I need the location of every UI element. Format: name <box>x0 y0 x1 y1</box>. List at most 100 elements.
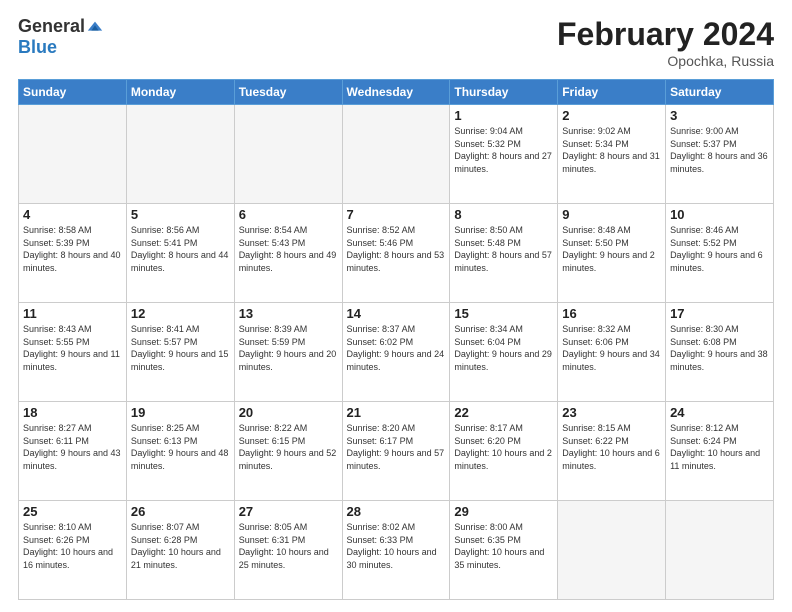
header: General Blue February 2024 Opochka, Russ… <box>18 16 774 69</box>
day-info: Sunrise: 8:52 AM Sunset: 5:46 PM Dayligh… <box>347 224 446 274</box>
calendar-cell: 28 Sunrise: 8:02 AM Sunset: 6:33 PM Dayli… <box>342 501 450 600</box>
logo: General Blue <box>18 16 104 58</box>
day-number: 14 <box>347 306 446 321</box>
header-tuesday: Tuesday <box>234 80 342 105</box>
day-number: 10 <box>670 207 769 222</box>
calendar-week-row: 25Sunrise: 8:10 AM Sunset: 6:26 PM Dayli… <box>19 501 774 600</box>
calendar-cell: 24 Sunrise: 8:12 AM Sunset: 6:24 PM Dayli… <box>666 402 774 501</box>
calendar-cell: 9 Sunrise: 8:48 AM Sunset: 5:50 PM Daylig… <box>558 204 666 303</box>
calendar-cell: 23 Sunrise: 8:15 AM Sunset: 6:22 PM Dayli… <box>558 402 666 501</box>
calendar-cell: 29 Sunrise: 8:00 AM Sunset: 6:35 PM Dayli… <box>450 501 558 600</box>
day-info: Sunrise: 9:00 AM Sunset: 5:37 PM Dayligh… <box>670 125 769 175</box>
calendar-week-row: 1 Sunrise: 9:04 AM Sunset: 5:32 PM Daylig… <box>19 105 774 204</box>
day-info: Sunrise: 8:39 AM Sunset: 5:59 PM Dayligh… <box>239 323 338 373</box>
day-info: Sunrise: 9:04 AM Sunset: 5:32 PM Dayligh… <box>454 125 553 175</box>
day-number: 6 <box>239 207 338 222</box>
header-sunday: Sunday <box>19 80 127 105</box>
calendar-cell: 14 Sunrise: 8:37 AM Sunset: 6:02 PM Dayli… <box>342 303 450 402</box>
header-friday: Friday <box>558 80 666 105</box>
day-number: 13 <box>239 306 338 321</box>
calendar-cell: 26 Sunrise: 8:07 AM Sunset: 6:28 PM Dayli… <box>126 501 234 600</box>
day-info: Sunrise: 8:05 AM Sunset: 6:31 PM Dayligh… <box>239 521 338 571</box>
calendar-cell: 11 Sunrise: 8:43 AM Sunset: 5:55 PM Dayli… <box>19 303 127 402</box>
calendar-cell: 17 Sunrise: 8:30 AM Sunset: 6:08 PM Dayli… <box>666 303 774 402</box>
day-number: 8 <box>454 207 553 222</box>
day-info: Sunrise: 8:30 AM Sunset: 6:08 PM Dayligh… <box>670 323 769 373</box>
day-info: Sunrise: 8:48 AM Sunset: 5:50 PM Dayligh… <box>562 224 661 274</box>
day-number: 2 <box>562 108 661 123</box>
day-info: Sunrise: 8:07 AM Sunset: 6:28 PM Dayligh… <box>131 521 230 571</box>
calendar-cell: 20 Sunrise: 8:22 AM Sunset: 6:15 PM Dayli… <box>234 402 342 501</box>
calendar-cell: 21 Sunrise: 8:20 AM Sunset: 6:17 PM Dayli… <box>342 402 450 501</box>
day-number: 18 <box>23 405 122 420</box>
day-info: Sunrise: 8:12 AM Sunset: 6:24 PM Dayligh… <box>670 422 769 472</box>
calendar-cell <box>342 105 450 204</box>
day-info: Sunrise: 8:15 AM Sunset: 6:22 PM Dayligh… <box>562 422 661 472</box>
day-info: Sunrise: 8:20 AM Sunset: 6:17 PM Dayligh… <box>347 422 446 472</box>
header-saturday: Saturday <box>666 80 774 105</box>
calendar-cell: 6Sunrise: 8:54 AM Sunset: 5:43 PM Daylig… <box>234 204 342 303</box>
day-number: 21 <box>347 405 446 420</box>
day-number: 7 <box>347 207 446 222</box>
logo-icon <box>86 18 104 36</box>
day-info: Sunrise: 8:43 AM Sunset: 5:55 PM Dayligh… <box>23 323 122 373</box>
logo-general-text: General <box>18 16 85 37</box>
day-number: 27 <box>239 504 338 519</box>
header-wednesday: Wednesday <box>342 80 450 105</box>
day-number: 19 <box>131 405 230 420</box>
calendar-week-row: 18 Sunrise: 8:27 AM Sunset: 6:11 PM Dayli… <box>19 402 774 501</box>
day-info: Sunrise: 8:41 AM Sunset: 5:57 PM Dayligh… <box>131 323 230 373</box>
day-info: Sunrise: 8:27 AM Sunset: 6:11 PM Dayligh… <box>23 422 122 472</box>
day-number: 1 <box>454 108 553 123</box>
day-number: 26 <box>131 504 230 519</box>
day-info: Sunrise: 8:50 AM Sunset: 5:48 PM Dayligh… <box>454 224 553 274</box>
calendar-cell: 22 Sunrise: 8:17 AM Sunset: 6:20 PM Dayli… <box>450 402 558 501</box>
calendar-cell: 13 Sunrise: 8:39 AM Sunset: 5:59 PM Dayli… <box>234 303 342 402</box>
calendar-cell <box>126 105 234 204</box>
day-info: Sunrise: 8:00 AM Sunset: 6:35 PM Dayligh… <box>454 521 553 571</box>
header-monday: Monday <box>126 80 234 105</box>
calendar-cell: 16Sunrise: 8:32 AM Sunset: 6:06 PM Dayli… <box>558 303 666 402</box>
day-info: Sunrise: 8:56 AM Sunset: 5:41 PM Dayligh… <box>131 224 230 274</box>
calendar-cell: 8 Sunrise: 8:50 AM Sunset: 5:48 PM Daylig… <box>450 204 558 303</box>
day-number: 9 <box>562 207 661 222</box>
calendar-subtitle: Opochka, Russia <box>557 53 774 69</box>
calendar-cell: 7 Sunrise: 8:52 AM Sunset: 5:46 PM Daylig… <box>342 204 450 303</box>
calendar-cell <box>19 105 127 204</box>
day-number: 17 <box>670 306 769 321</box>
day-info: Sunrise: 8:02 AM Sunset: 6:33 PM Dayligh… <box>347 521 446 571</box>
day-number: 23 <box>562 405 661 420</box>
calendar-cell: 12 Sunrise: 8:41 AM Sunset: 5:57 PM Dayli… <box>126 303 234 402</box>
calendar-cell <box>558 501 666 600</box>
day-info: Sunrise: 8:46 AM Sunset: 5:52 PM Dayligh… <box>670 224 769 274</box>
day-number: 16 <box>562 306 661 321</box>
calendar-cell: 4 Sunrise: 8:58 AM Sunset: 5:39 PM Daylig… <box>19 204 127 303</box>
calendar-cell: 18 Sunrise: 8:27 AM Sunset: 6:11 PM Dayli… <box>19 402 127 501</box>
page: General Blue February 2024 Opochka, Russ… <box>0 0 792 612</box>
day-number: 28 <box>347 504 446 519</box>
day-number: 4 <box>23 207 122 222</box>
calendar-week-row: 11 Sunrise: 8:43 AM Sunset: 5:55 PM Dayli… <box>19 303 774 402</box>
day-number: 20 <box>239 405 338 420</box>
calendar-week-row: 4 Sunrise: 8:58 AM Sunset: 5:39 PM Daylig… <box>19 204 774 303</box>
day-number: 29 <box>454 504 553 519</box>
day-info: Sunrise: 8:22 AM Sunset: 6:15 PM Dayligh… <box>239 422 338 472</box>
day-number: 11 <box>23 306 122 321</box>
calendar-cell <box>234 105 342 204</box>
day-info: Sunrise: 8:58 AM Sunset: 5:39 PM Dayligh… <box>23 224 122 274</box>
calendar-cell: 3Sunrise: 9:00 AM Sunset: 5:37 PM Daylig… <box>666 105 774 204</box>
day-number: 12 <box>131 306 230 321</box>
calendar-cell: 5 Sunrise: 8:56 AM Sunset: 5:41 PM Daylig… <box>126 204 234 303</box>
calendar-cell: 27 Sunrise: 8:05 AM Sunset: 6:31 PM Dayli… <box>234 501 342 600</box>
day-number: 24 <box>670 405 769 420</box>
day-number: 22 <box>454 405 553 420</box>
calendar-cell: 2 Sunrise: 9:02 AM Sunset: 5:34 PM Daylig… <box>558 105 666 204</box>
day-info: Sunrise: 8:17 AM Sunset: 6:20 PM Dayligh… <box>454 422 553 472</box>
day-number: 5 <box>131 207 230 222</box>
title-block: February 2024 Opochka, Russia <box>557 16 774 69</box>
day-number: 25 <box>23 504 122 519</box>
day-info: Sunrise: 9:02 AM Sunset: 5:34 PM Dayligh… <box>562 125 661 175</box>
calendar-cell: 15Sunrise: 8:34 AM Sunset: 6:04 PM Dayli… <box>450 303 558 402</box>
day-info: Sunrise: 8:37 AM Sunset: 6:02 PM Dayligh… <box>347 323 446 373</box>
day-number: 15 <box>454 306 553 321</box>
